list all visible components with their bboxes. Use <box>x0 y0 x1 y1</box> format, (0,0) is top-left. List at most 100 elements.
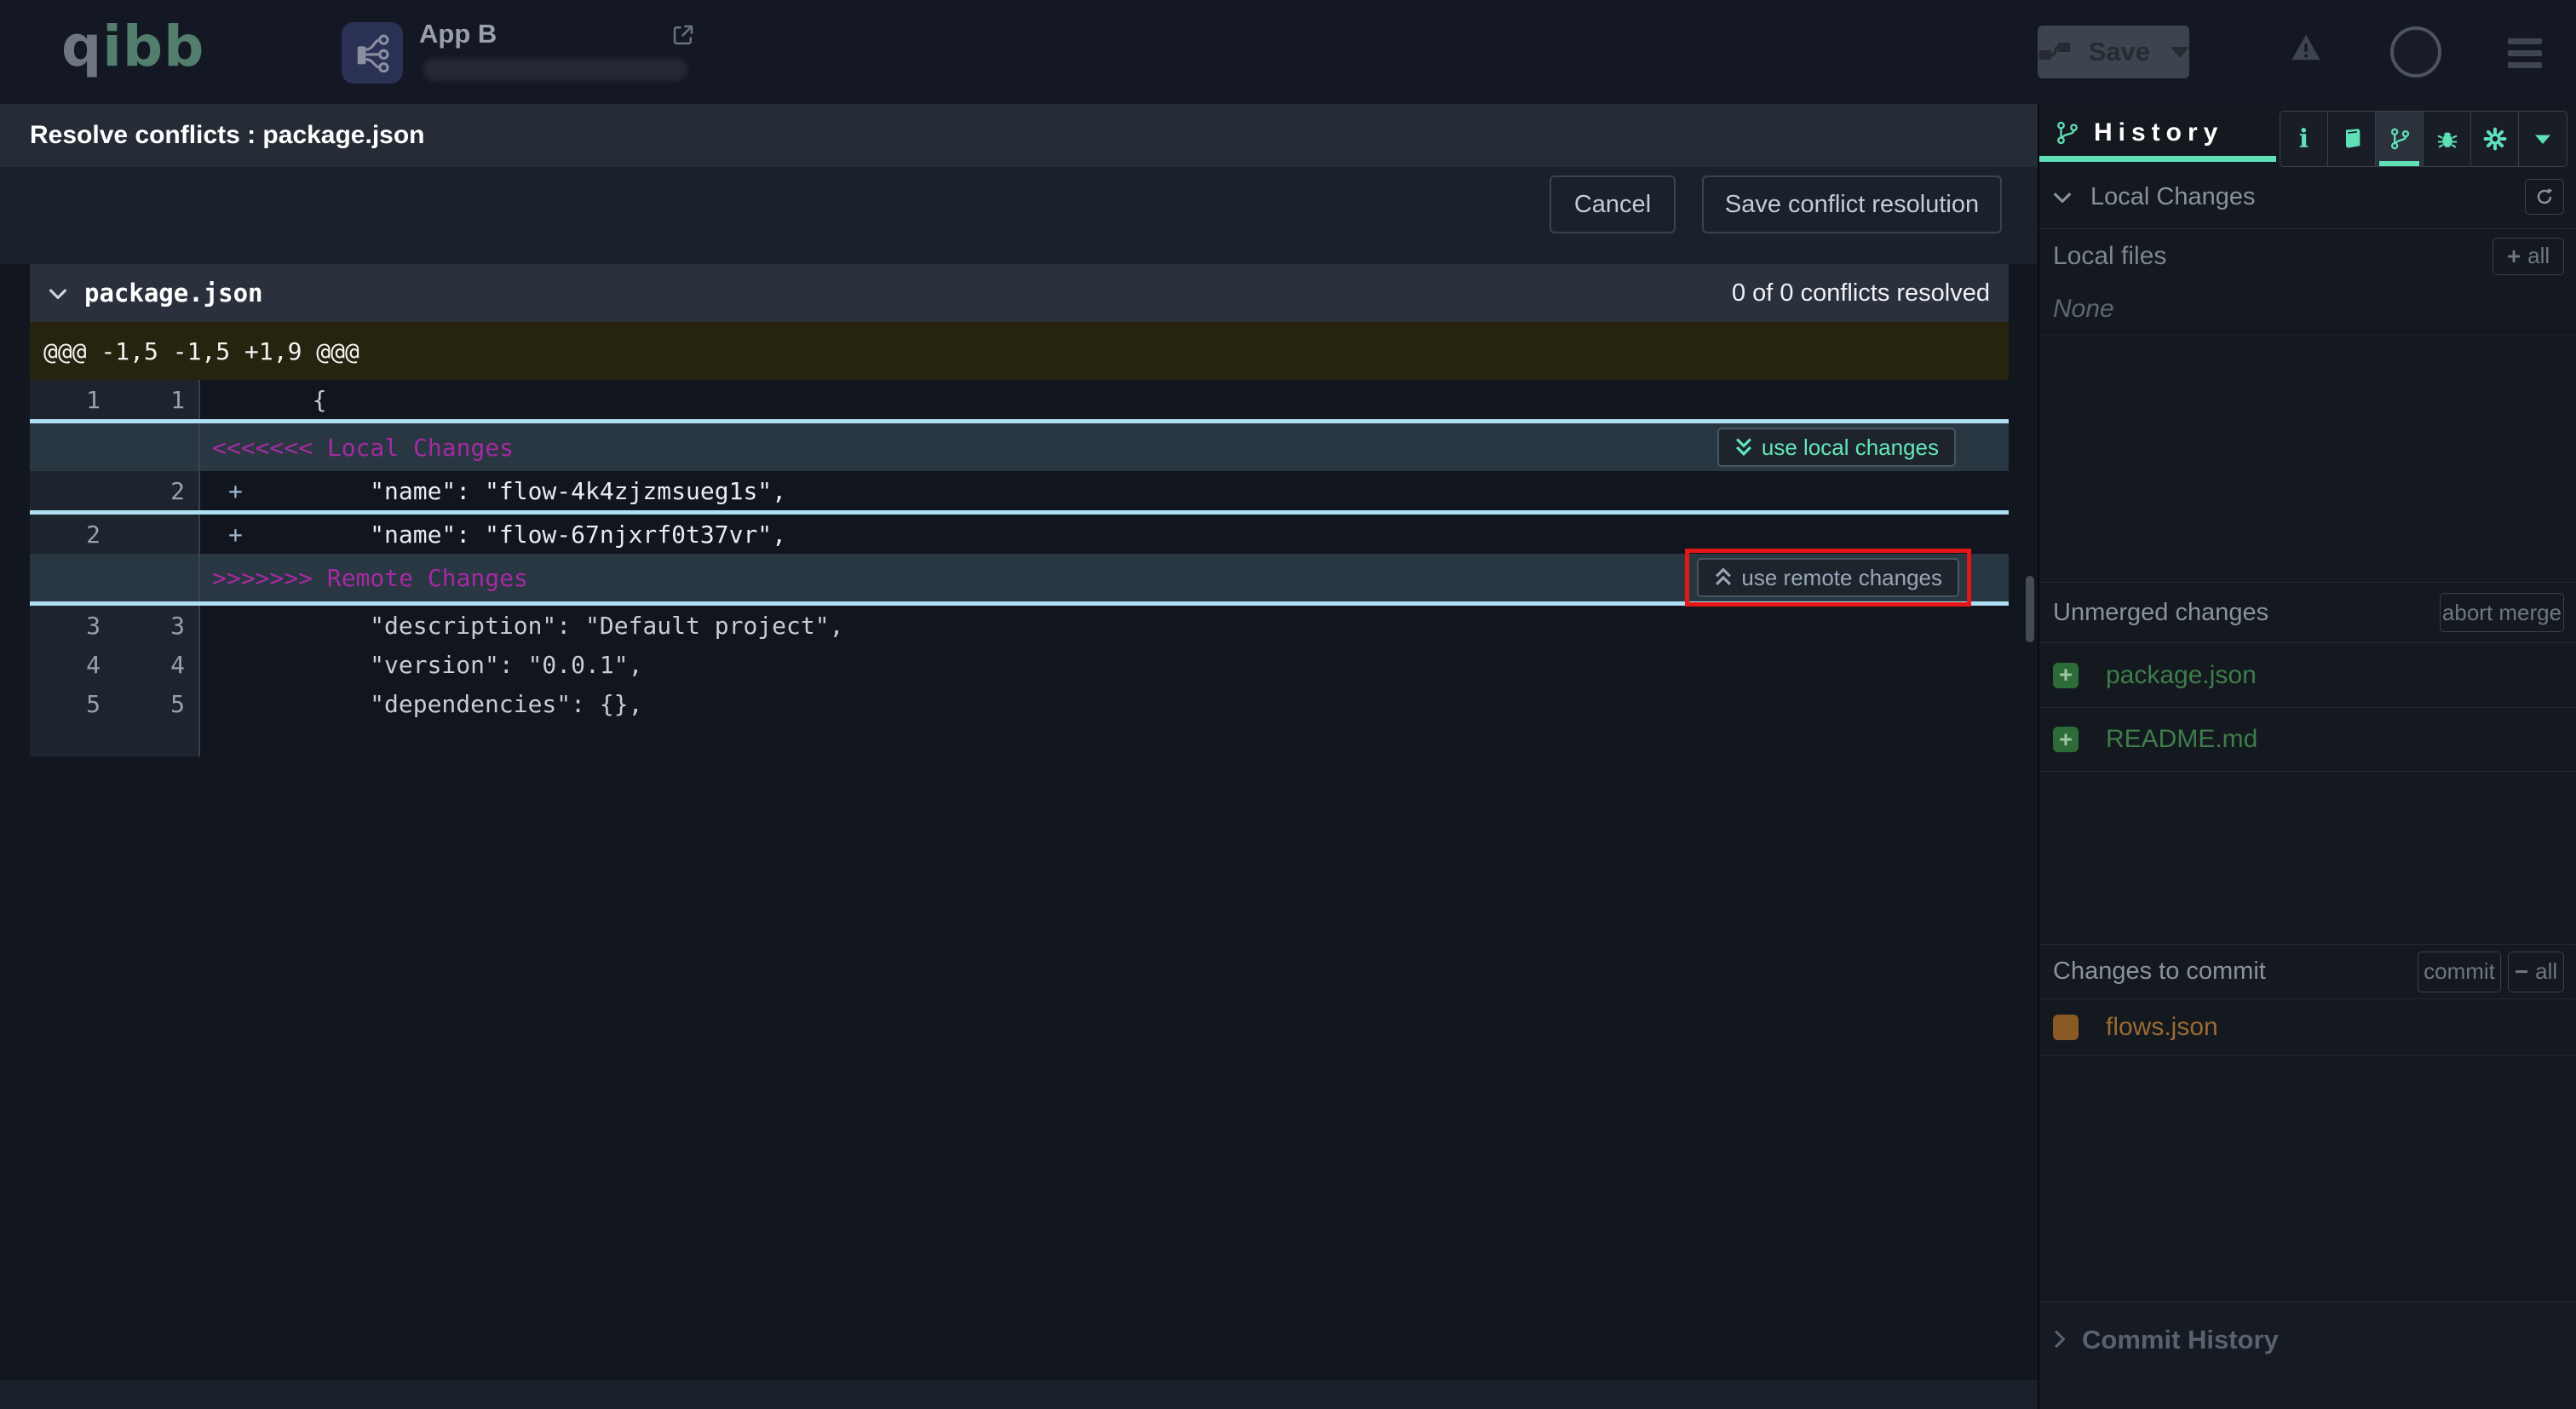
save-dropdown-caret-icon[interactable] <box>2171 47 2189 58</box>
line-gutter: 5 5 <box>30 684 200 723</box>
add-all-button[interactable]: + all <box>2493 238 2564 275</box>
code-text: { <box>284 386 327 414</box>
old-line-number: 2 <box>30 520 114 549</box>
dialog-title-bar: Resolve conflicts : package.json <box>0 104 2038 167</box>
diff-line-1: 1 1 { <box>30 380 2009 419</box>
unmerged-file-row[interactable]: + package.json <box>2039 642 2576 707</box>
diff-file-name: package.json <box>84 279 263 308</box>
tab-settings[interactable] <box>2471 112 2519 166</box>
line-gutter: 4 4 <box>30 645 200 684</box>
hunk-header: @@@ -1,5 -1,5 +1,9 @@@ <box>30 322 2009 380</box>
minus-icon: − <box>2515 958 2528 986</box>
redacted-app-url <box>423 58 687 81</box>
remove-all-button[interactable]: − all <box>2508 952 2564 992</box>
local-changes-label: Local Changes <box>2090 183 2255 211</box>
chevron-right-icon <box>2053 1330 2065 1349</box>
new-line-number: 2 <box>114 477 198 505</box>
qibb-logo: qibb <box>61 14 204 79</box>
diff-file-header[interactable]: package.json 0 of 0 conflicts resolved <box>30 264 2009 322</box>
old-line-number: 1 <box>30 386 114 414</box>
app-icon[interactable] <box>342 22 403 83</box>
line-gutter <box>30 723 200 756</box>
new-line-number: 1 <box>114 386 198 414</box>
top-header-bar: qibb App B Save <box>0 0 2576 104</box>
diff-filler-row <box>30 723 2009 756</box>
logo-q: q <box>61 14 102 79</box>
commit-history-label: Commit History <box>2082 1325 2279 1409</box>
tab-library[interactable] <box>2328 112 2376 166</box>
collapse-chevron-icon[interactable] <box>49 287 67 299</box>
conflict-header-remote: >>>>>>> Remote Changes use remote change… <box>30 554 2009 601</box>
use-remote-changes-label: use remote changes <box>1741 565 1942 591</box>
deploy-nodes-icon <box>2038 39 2075 65</box>
code-text: "name": "flow-4k4zjzmsueg1s", <box>284 477 786 505</box>
save-conflict-resolution-button[interactable]: Save conflict resolution <box>1702 175 2002 233</box>
cancel-button[interactable]: Cancel <box>1550 175 1676 233</box>
gear-icon <box>2483 127 2507 151</box>
unmerged-file-row[interactable]: + README.md <box>2039 707 2576 772</box>
refresh-icon <box>2534 187 2555 207</box>
code-text: "version": "0.0.1", <box>284 651 642 679</box>
line-gutter: 2 <box>30 515 200 554</box>
section-commit-history[interactable]: Commit History <box>2039 1302 2576 1409</box>
remote-conflict-marker: >>>>>>> Remote Changes <box>200 564 528 592</box>
deploy-save-button[interactable]: Save <box>2038 26 2189 78</box>
local-conflict-marker: <<<<<<< Local Changes <box>200 434 514 462</box>
vertical-scrollbar[interactable] <box>2026 576 2034 642</box>
empty-placeholder: None <box>2053 295 2114 324</box>
file-name: README.md <box>2106 725 2257 754</box>
local-conflict-block: <<<<<<< Local Changes use local changes … <box>30 419 2009 515</box>
remove-all-label: all <box>2535 958 2557 985</box>
section-local-changes[interactable]: Local Changes <box>2039 170 2576 223</box>
dialog-title: Resolve conflicts : package.json <box>30 121 425 150</box>
section-unmerged-changes: Unmerged changes abort merge <box>2039 582 2576 642</box>
bug-icon <box>2435 127 2459 151</box>
sidebar-title-underline <box>2039 156 2276 162</box>
open-app-external-icon[interactable] <box>670 22 696 52</box>
tab-debug[interactable] <box>2424 112 2471 166</box>
local-files-empty-row: None <box>2039 283 2576 336</box>
sidebar-header: History i <box>2039 104 2576 162</box>
file-name: flows.json <box>2106 1013 2218 1042</box>
line-gutter: 1 1 <box>30 380 200 419</box>
warning-icon[interactable] <box>2290 32 2322 67</box>
refresh-button[interactable] <box>2525 179 2564 215</box>
double-chevron-down-icon <box>1734 436 1753 458</box>
commit-button[interactable]: commit <box>2418 952 2501 992</box>
tab-history[interactable] <box>2376 112 2424 166</box>
line-gutter: 3 3 <box>30 606 200 645</box>
tab-more[interactable] <box>2519 112 2567 166</box>
tab-info[interactable]: i <box>2280 112 2328 166</box>
use-remote-changes-button[interactable]: use remote changes <box>1697 558 1959 597</box>
flow-branch-icon <box>353 33 392 72</box>
diff-line-5: 5 5 "dependencies": {}, <box>30 684 2009 723</box>
diff-marker: + <box>200 520 284 549</box>
code-text: "name": "flow-67njxrf0t37vr", <box>284 520 786 549</box>
book-icon <box>2340 127 2364 151</box>
diff-line-3: 3 3 "description": "Default project", <box>30 606 2009 645</box>
sidebar-tab-strip: i <box>2280 111 2567 167</box>
conflict-diff-panel: package.json 0 of 0 conflicts resolved @… <box>30 264 2009 756</box>
right-sidebar: History i <box>2038 104 2576 1409</box>
chevron-down-icon <box>2053 191 2072 203</box>
abort-merge-button[interactable]: abort merge <box>2440 593 2564 632</box>
line-gutter: 2 <box>30 471 200 510</box>
annotation-red-box: use remote changes <box>1685 549 1971 607</box>
double-chevron-up-icon <box>1714 566 1733 589</box>
main-menu-button[interactable] <box>2508 38 2542 68</box>
dialog-footer-strip <box>0 1380 2038 1409</box>
conflicts-resolved-status: 0 of 0 conflicts resolved <box>1732 279 1990 308</box>
use-local-changes-button[interactable]: use local changes <box>1717 428 1956 467</box>
qibb-app-window: qibb App B Save <box>0 0 2576 1409</box>
modified-file-icon <box>2053 1015 2079 1040</box>
section-local-files: Local files + all <box>2039 228 2576 283</box>
old-line-number: 5 <box>30 690 114 718</box>
git-branch-icon <box>2388 127 2412 151</box>
commit-file-row[interactable]: flows.json <box>2039 998 2576 1056</box>
user-avatar[interactable] <box>2390 26 2441 78</box>
app-title: App B <box>419 19 497 49</box>
sidebar-title: History <box>2094 118 2223 147</box>
diff-marker: + <box>200 477 284 505</box>
logo-ibb: ibb <box>102 14 204 79</box>
local-files-label: Local files <box>2053 242 2166 271</box>
